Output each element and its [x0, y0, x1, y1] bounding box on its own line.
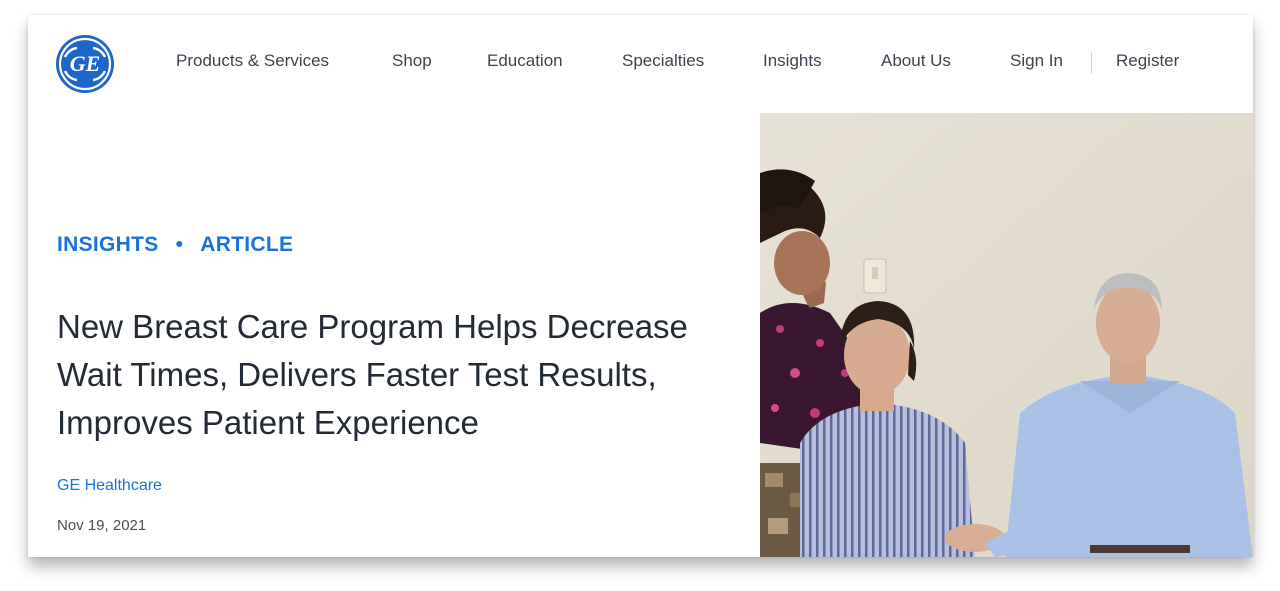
hero-photo [760, 113, 1253, 557]
nav-insights[interactable]: Insights [763, 51, 822, 71]
article-type-link[interactable]: ARTICLE [200, 233, 293, 256]
publish-date: Nov 19, 2021 [57, 517, 147, 534]
kicker-separator: • [175, 233, 184, 256]
article-card: GE Products & Services Shop Education Sp… [28, 15, 1253, 557]
article-title: New Breast Care Program Helps Decrease W… [57, 308, 688, 441]
site-header: GE Products & Services Shop Education Sp… [28, 15, 1253, 114]
nav-shop[interactable]: Shop [392, 51, 432, 71]
nav-divider [1091, 52, 1092, 74]
nav-education[interactable]: Education [487, 51, 563, 71]
nav-register[interactable]: Register [1116, 51, 1179, 71]
nav-products-services[interactable]: Products & Services [176, 51, 329, 71]
article-intro: INSIGHTS • ARTICLE New Breast Care Program… [28, 113, 760, 557]
nav-sign-in[interactable]: Sign In [1010, 51, 1063, 71]
category-link[interactable]: INSIGHTS [57, 233, 159, 256]
main-nav: Products & Services Shop Education Speci… [28, 15, 1253, 113]
article-kicker: INSIGHTS • ARTICLE [57, 233, 293, 257]
nav-about-us[interactable]: About Us [881, 51, 951, 71]
nav-specialties[interactable]: Specialties [622, 51, 704, 71]
author-link[interactable]: GE Healthcare [57, 477, 162, 495]
